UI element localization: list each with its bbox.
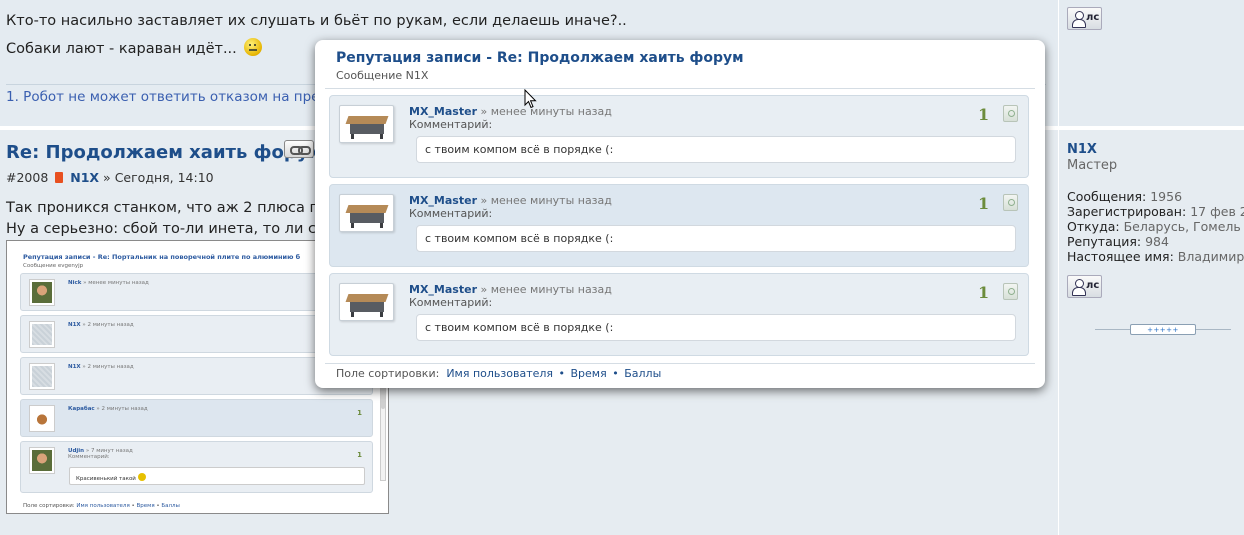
comment-box: с твоим компом всё в порядке (: — [416, 314, 1016, 341]
user-link[interactable]: MX_Master — [409, 105, 477, 118]
reputation-score: 1 — [978, 194, 990, 213]
divider — [325, 363, 1035, 364]
reputation-item: MX_Master » менее минуты назад Комментар… — [329, 95, 1029, 178]
embed-subtitle: Сообщение evgenyjp — [23, 263, 84, 269]
avatar — [29, 447, 55, 474]
sort-by-time-link[interactable]: Время — [571, 367, 607, 380]
smiley-icon — [244, 38, 263, 56]
post-number[interactable]: #2008 — [6, 170, 48, 185]
author-stat: Настоящее имя: Владимир — [1067, 249, 1244, 264]
post-date: Сегодня, 14:10 — [114, 170, 214, 185]
reputation-score: 1 — [978, 105, 990, 124]
permalink-icon[interactable] — [284, 140, 314, 158]
post-body-line: Ну а серьезно: сбой то-ли инета, то ли с — [6, 221, 316, 237]
status-icon — [55, 172, 64, 183]
reputation-bar[interactable]: +++++ — [1130, 324, 1196, 335]
avatar — [29, 279, 55, 306]
avatar — [29, 321, 55, 348]
sort-by-username-link[interactable]: Имя пользователя — [446, 367, 553, 380]
sort-by-points-link[interactable]: Баллы — [624, 367, 661, 380]
post-text-line: Кто-то насильно заставляет их слушать и … — [6, 13, 627, 29]
reputation-item: MX_Master » менее минуты назад Комментар… — [329, 273, 1029, 356]
author-stat: Сообщения: 1956 — [1067, 189, 1183, 204]
post-text-line: Собаки лают - караван идёт... — [6, 38, 263, 57]
post-body-line: Так проникся станком, что аж 2 плюса по — [6, 200, 328, 216]
reputation-popup[interactable]: Репутация записи - Re: Продолжаем хаить … — [315, 40, 1045, 388]
avatar — [339, 105, 394, 143]
avatar — [29, 405, 55, 432]
comment-box: с твоим компом всё в порядке (: — [416, 225, 1016, 252]
embed-item: Udjin » 7 минут назад Комментарий: 1 Крас… — [20, 441, 373, 493]
popup-subtitle: Сообщение N1X — [336, 69, 429, 82]
avatar — [339, 194, 394, 232]
reputation-item: MX_Master » менее минуты назад Комментар… — [329, 184, 1029, 267]
delete-icon[interactable] — [1003, 105, 1018, 122]
reputation-score: 1 — [978, 283, 990, 302]
user-icon — [1072, 279, 1086, 296]
author-stat: Откуда: Беларусь, Гомель — [1067, 219, 1241, 234]
author-stat: Репутация: 984 — [1067, 234, 1169, 249]
sort-bar: Поле сортировки: Имя пользователя • Врем… — [336, 367, 662, 380]
embed-title: Репутация записи - Re: Портальник на пов… — [23, 253, 301, 261]
user-link[interactable]: MX_Master — [409, 194, 477, 207]
divider — [325, 88, 1035, 89]
signature-text: 1. Робот не может ответить отказом на пр… — [6, 89, 320, 105]
author-stat: Зарегистрирован: 17 фев 2 — [1067, 204, 1244, 219]
comment-label: Комментарий: — [409, 296, 493, 309]
avatar — [29, 363, 55, 390]
user-link[interactable]: MX_Master — [409, 283, 477, 296]
author-rank: Мастер — [1067, 158, 1118, 173]
post-author-link[interactable]: N1X — [70, 170, 99, 185]
comment-box: с твоим компом всё в порядке (: — [416, 136, 1016, 163]
author-name-link[interactable]: N1X — [1067, 142, 1097, 157]
user-icon — [1072, 11, 1086, 28]
comment-label: Комментарий: — [409, 207, 493, 220]
private-message-button[interactable]: лс — [1067, 275, 1102, 298]
embed-sort-bar: Поле сортировки: Имя пользователя • Врем… — [23, 503, 180, 509]
post-title-link[interactable]: Re: Продолжаем хаить форум — [6, 142, 323, 163]
avatar — [339, 283, 394, 321]
smiley-icon — [137, 473, 146, 481]
mouse-cursor-icon — [524, 89, 537, 109]
popup-title: Репутация записи - Re: Продолжаем хаить … — [336, 50, 744, 66]
embed-item: Карабас » 2 минуты назад 1 — [20, 399, 373, 437]
sort-label: Поле сортировки: — [336, 367, 440, 380]
delete-icon[interactable] — [1003, 283, 1018, 300]
post-meta: #2008 N1X » Сегодня, 14:10 — [6, 170, 214, 185]
private-message-button[interactable]: лс — [1067, 7, 1102, 30]
delete-icon[interactable] — [1003, 194, 1018, 211]
comment-label: Комментарий: — [409, 118, 493, 131]
